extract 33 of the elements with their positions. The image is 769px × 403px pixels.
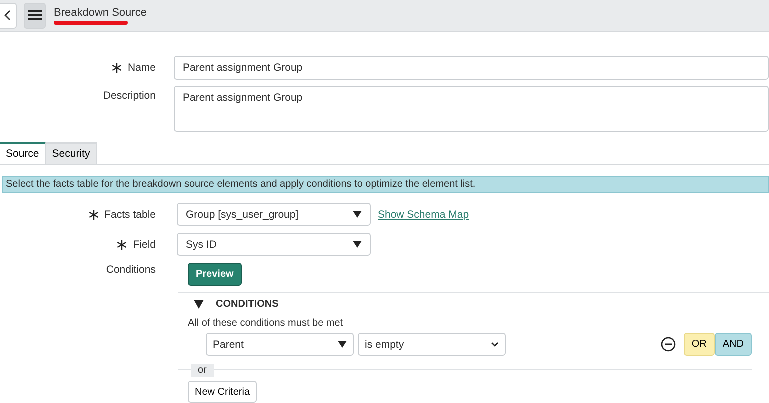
dropdown-icon xyxy=(338,341,347,348)
or-button[interactable]: OR xyxy=(684,333,715,356)
field-label: Description xyxy=(103,90,156,102)
back-button[interactable] xyxy=(0,2,17,28)
info-message: Select the facts table for the breakdown source elements and apply conditions to optimize the element list. xyxy=(2,176,769,193)
menu-button[interactable] xyxy=(24,2,46,28)
preview-button[interactable]: Preview xyxy=(188,263,242,286)
chevron-icon xyxy=(491,342,499,347)
new-criteria-button[interactable]: New Criteria xyxy=(188,381,258,403)
description-field[interactable]: Parent assignment Group xyxy=(174,86,769,132)
field-select[interactable]: Sys ID xyxy=(177,233,371,256)
dropdown-icon xyxy=(353,241,362,248)
condition-field-select[interactable]: Parent xyxy=(206,333,354,356)
condition-operator-select[interactable]: is empty xyxy=(358,333,506,356)
tab[interactable]: Security xyxy=(46,142,98,164)
name-field[interactable]: Parent assignment Group xyxy=(174,56,769,80)
condition-rule-text: All of these conditions must be met xyxy=(188,318,344,329)
field-label: Facts table xyxy=(104,209,156,221)
or-separator: or xyxy=(191,364,214,376)
field-label: Field xyxy=(133,239,156,251)
menu-icon xyxy=(28,10,42,21)
facts-table-select[interactable]: Group [sys_user_group] xyxy=(177,203,371,226)
back-icon xyxy=(4,10,10,21)
and-button[interactable]: AND xyxy=(714,333,752,356)
section-title: CONDITIONS xyxy=(216,299,279,310)
dropdown-icon xyxy=(353,211,362,218)
collapse-icon[interactable] xyxy=(194,300,204,309)
field-label: Conditions xyxy=(106,264,156,276)
field-label: Name xyxy=(128,62,156,74)
remove-icon[interactable] xyxy=(660,337,676,352)
page-title: Breakdown Source xyxy=(54,6,147,18)
tab[interactable]: Source xyxy=(0,142,46,164)
schema-map-link[interactable]: Show Schema Map xyxy=(378,209,470,221)
